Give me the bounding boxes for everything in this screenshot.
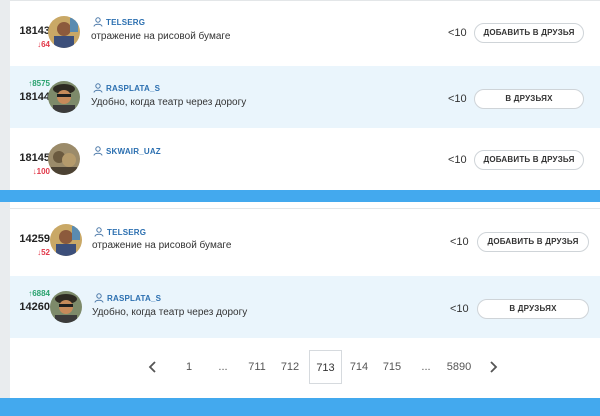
rank-number: 18144 <box>19 91 50 103</box>
page-link[interactable]: 1 <box>179 350 199 384</box>
rank-delta: ↑8575 <box>28 79 50 88</box>
page-link[interactable]: 715 <box>381 350 403 384</box>
chevron-left-icon[interactable] <box>148 350 164 384</box>
table-row: 18145 ↓100 SKWAIR_UAZ <10 ДОБАВИТЬ В ДРУ… <box>10 128 600 190</box>
panel-divider <box>10 208 600 209</box>
page-link[interactable]: 714 <box>348 350 370 384</box>
section-divider-bar <box>0 190 600 202</box>
user-icon <box>93 146 103 156</box>
rank-number: 14259 <box>19 233 50 245</box>
user-icon <box>93 17 103 27</box>
chevron-right-icon[interactable] <box>488 350 504 384</box>
panel-divider <box>10 0 600 1</box>
user-icon <box>93 83 103 93</box>
rank-delta: ↑6884 <box>28 289 50 298</box>
avatar[interactable] <box>48 16 80 48</box>
in-friends-button[interactable]: В ДРУЗЬЯХ <box>474 89 584 109</box>
panel-left-border <box>0 0 10 190</box>
avatar[interactable] <box>50 224 82 256</box>
page-link-current[interactable]: 713 <box>309 350 342 384</box>
status-text: Удобно, когда театр через дорогу <box>92 307 248 318</box>
rank-number: 14260 <box>19 301 50 313</box>
status-text: отражение на рисовой бумаге <box>91 31 231 42</box>
panel-left-border <box>0 202 10 398</box>
table-row: ↑8575 18144 RASPLATA_S Удобно, когда теа… <box>10 66 600 128</box>
footer-bar <box>0 398 600 416</box>
username-link[interactable]: RASPLATA_S <box>94 293 161 303</box>
table-row: ↑6884 14260 RASPLATA_S Удобно, когда теа… <box>10 276 600 338</box>
username-link[interactable]: SKWAIR_UAZ <box>93 146 161 156</box>
page-ellipsis: ... <box>218 361 228 373</box>
add-friend-button[interactable]: ДОБАВИТЬ В ДРУЗЬЯ <box>474 150 584 170</box>
friends-count: <10 <box>448 93 467 105</box>
username-link[interactable]: TELSERG <box>93 17 145 27</box>
friends-count: <10 <box>450 303 469 315</box>
rank-delta: ↓52 <box>37 248 50 257</box>
avatar[interactable] <box>50 291 82 323</box>
rank-delta: ↓100 <box>32 167 50 176</box>
page-link[interactable]: 711 <box>246 350 268 384</box>
leaderboard-panel-1: 18143 ↓64 TELSERG отражение на рисовой б… <box>0 0 600 190</box>
page-ellipsis: ... <box>421 361 431 373</box>
page-link[interactable]: 712 <box>279 350 301 384</box>
avatar[interactable] <box>48 81 80 113</box>
user-icon <box>94 227 104 237</box>
table-row: 14259 ↓52 TELSERG отражение на рисовой б… <box>10 210 600 272</box>
friends-count: <10 <box>448 154 467 166</box>
rank-number: 18143 <box>19 25 50 37</box>
status-text: отражение на рисовой бумаге <box>92 240 232 251</box>
username-link[interactable]: TELSERG <box>94 227 146 237</box>
page-link-last[interactable]: 5890 <box>443 350 475 384</box>
in-friends-button[interactable]: В ДРУЗЬЯХ <box>477 299 589 319</box>
add-friend-button[interactable]: ДОБАВИТЬ В ДРУЗЬЯ <box>477 232 589 252</box>
rank-number: 18145 <box>19 152 50 164</box>
avatar[interactable] <box>48 143 80 175</box>
rank-delta: ↓64 <box>37 40 50 49</box>
friends-count: <10 <box>450 236 469 248</box>
friends-count: <10 <box>448 27 467 39</box>
table-row: 18143 ↓64 TELSERG отражение на рисовой б… <box>10 2 600 64</box>
add-friend-button[interactable]: ДОБАВИТЬ В ДРУЗЬЯ <box>474 23 584 43</box>
status-text: Удобно, когда театр через дорогу <box>91 97 247 108</box>
username-link[interactable]: RASPLATA_S <box>93 83 160 93</box>
user-icon <box>94 293 104 303</box>
